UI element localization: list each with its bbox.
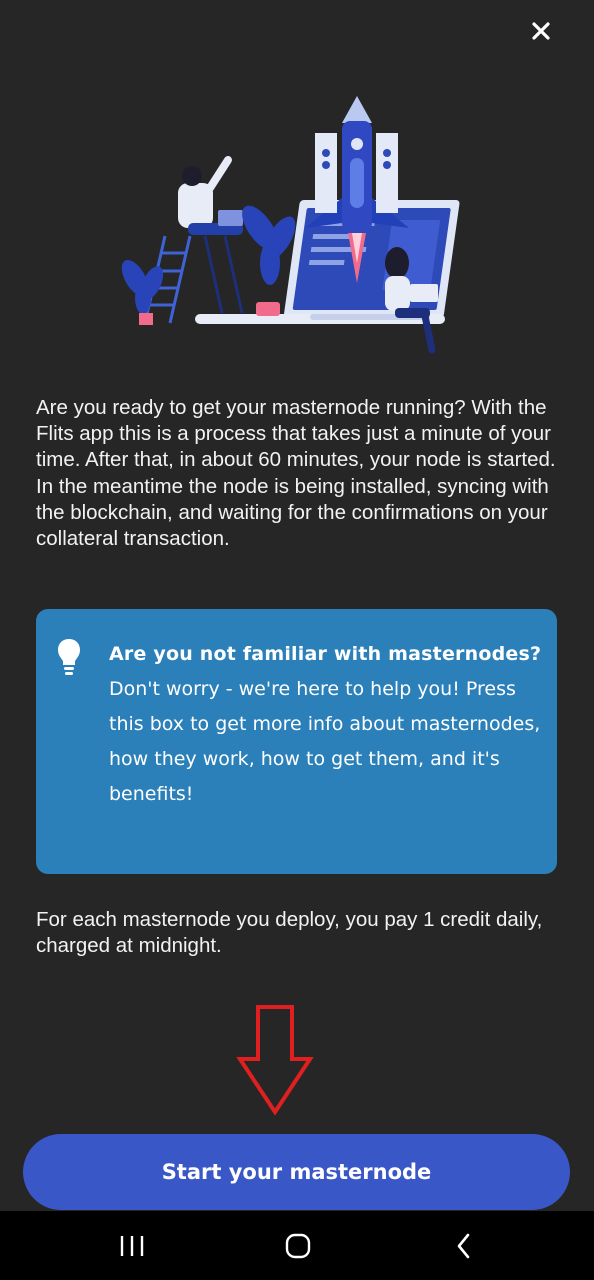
masternode-info-box[interactable]: Are you not familiar with masternodes? D… <box>36 609 557 874</box>
info-box-body: Don't worry - we're here to help you! Pr… <box>109 678 541 805</box>
info-box-title: Are you not familiar with masternodes? <box>109 643 542 665</box>
recents-button[interactable] <box>82 1211 182 1280</box>
close-icon <box>532 22 550 40</box>
rocket-laptop-illustration <box>110 88 480 363</box>
home-button[interactable] <box>248 1211 348 1280</box>
back-icon <box>457 1233 470 1258</box>
close-button[interactable] <box>524 14 558 48</box>
back-button[interactable] <box>414 1211 514 1280</box>
start-masternode-button[interactable]: Start your masternode <box>23 1134 570 1210</box>
credit-note: For each masternode you deploy, you pay … <box>36 908 543 957</box>
intro-text: Are you ready to get your masternode run… <box>36 396 556 551</box>
down-arrow-icon <box>236 1005 314 1116</box>
system-navigation-bar <box>0 1211 594 1280</box>
recents-icon <box>120 1235 144 1256</box>
lightbulb-icon <box>58 639 80 675</box>
home-icon <box>285 1233 311 1258</box>
